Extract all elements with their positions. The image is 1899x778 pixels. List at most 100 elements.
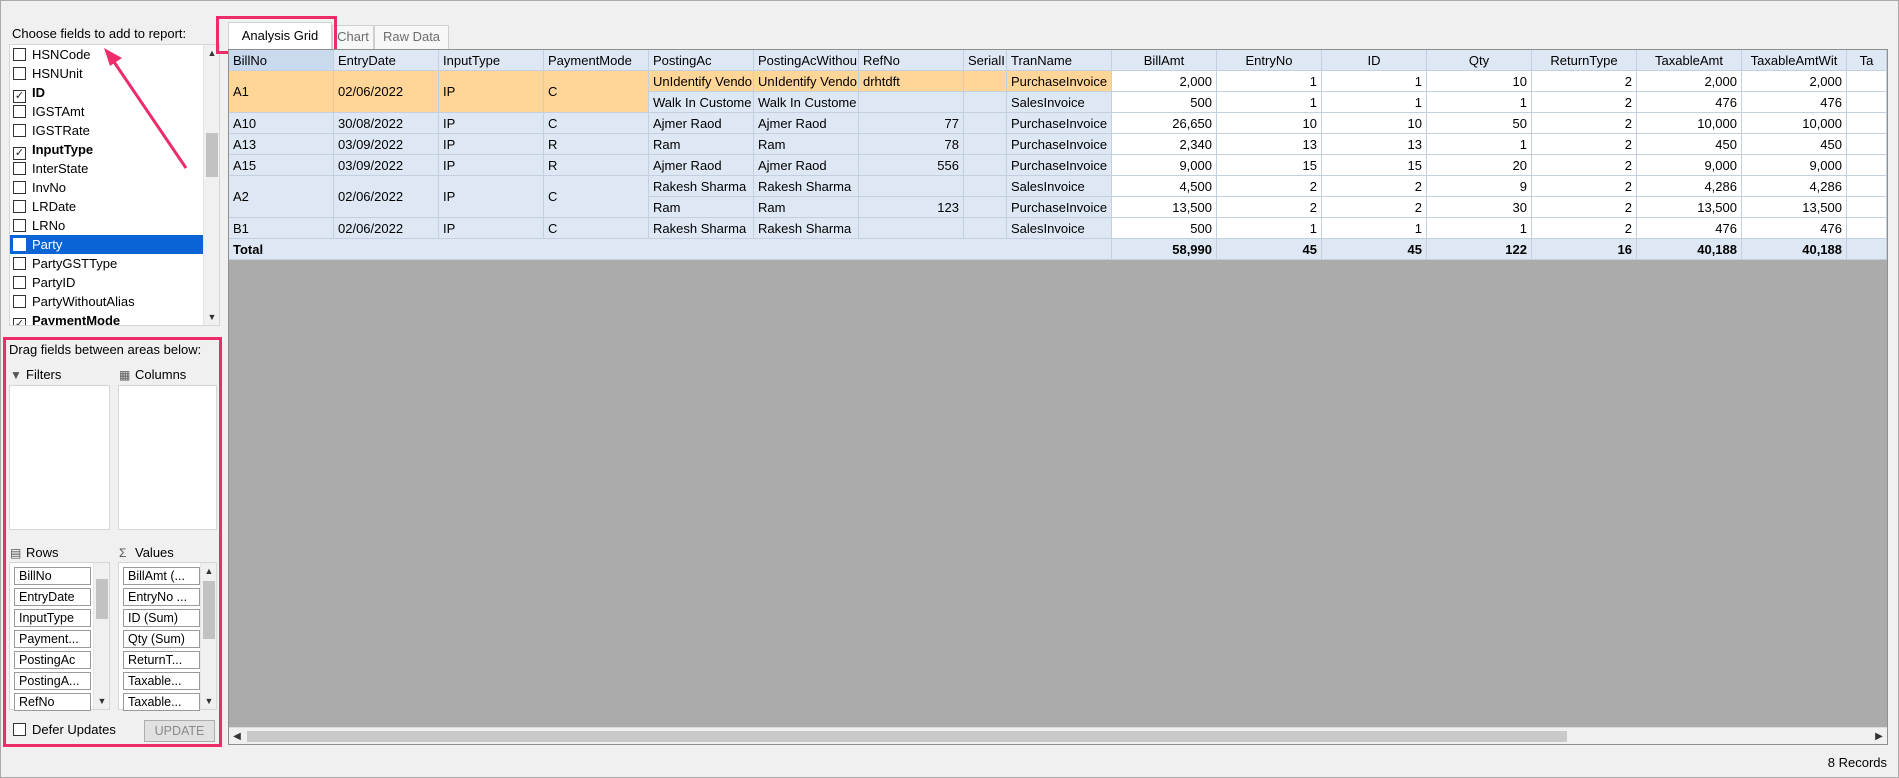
value-cell[interactable]: 2 [1217,176,1322,197]
scroll-down-icon[interactable]: ▼ [94,693,110,709]
field-item[interactable]: PartyWithoutAlias [10,292,219,311]
filters-area[interactable] [9,385,110,530]
value-cell[interactable]: 13 [1217,134,1322,155]
value-cell[interactable]: 1 [1322,92,1427,113]
value-cell[interactable]: 13,500 [1742,197,1847,218]
field-item[interactable]: LRDate [10,197,219,216]
field-item[interactable]: InterState [10,159,219,178]
field-checkbox[interactable] [13,200,26,213]
field-item[interactable]: Party [10,235,219,254]
value-cell[interactable]: 2,340 [1112,134,1217,155]
value-cell[interactable] [1847,113,1887,134]
field-item[interactable]: PartyGSTType [10,254,219,273]
value-cell[interactable]: 476 [1637,218,1742,239]
value-cell[interactable]: 2,000 [1742,71,1847,92]
value-cell[interactable]: 1 [1217,218,1322,239]
value-field-chip[interactable]: BillAmt (... [123,567,200,585]
row-header-cell[interactable]: Ram [649,134,754,155]
grid-scroll-thumb[interactable] [247,731,1567,742]
row-header-cell[interactable]: drhtdft [859,71,964,92]
value-cell[interactable]: 13,500 [1637,197,1742,218]
row-header-cell[interactable] [964,176,1007,197]
field-checkbox[interactable] [13,181,26,194]
row-header-cell[interactable]: C [544,71,649,113]
field-item[interactable]: LRNo [10,216,219,235]
row-header-cell[interactable]: R [544,134,649,155]
field-item[interactable]: IGSTAmt [10,102,219,121]
row-header-cell[interactable] [964,113,1007,134]
value-cell[interactable]: 500 [1112,92,1217,113]
scroll-right-icon[interactable]: ▶ [1871,728,1887,744]
value-cell[interactable] [1847,197,1887,218]
row-header-cell[interactable]: Rakesh Sharma [754,218,859,239]
row-header-cell[interactable]: 30/08/2022 [334,113,439,134]
field-checkbox[interactable] [13,67,26,80]
row-header[interactable]: BillNo [229,50,334,71]
row-header-cell[interactable]: Walk In Custome [754,92,859,113]
value-cell[interactable]: 9,000 [1637,155,1742,176]
value-cell[interactable]: 15 [1322,155,1427,176]
row-header-cell[interactable]: PurchaseInvoice [1007,155,1112,176]
row-header-cell[interactable] [964,92,1007,113]
value-cell[interactable]: 2 [1532,197,1637,218]
row-header[interactable]: SerialI [964,50,1007,71]
row-header-cell[interactable]: Ajmer Raod [754,155,859,176]
row-header-cell[interactable]: R [544,155,649,176]
value-cell[interactable]: 2 [1532,176,1637,197]
row-header-cell[interactable]: UnIdentify Vendo [649,71,754,92]
row-header-cell[interactable]: PurchaseInvoice [1007,197,1112,218]
value-cell[interactable]: 1 [1427,218,1532,239]
row-header-cell[interactable]: Rakesh Sharma [649,218,754,239]
value-field-chip[interactable]: ID (Sum) [123,609,200,627]
value-cell[interactable]: 9 [1427,176,1532,197]
row-header-cell[interactable]: 77 [859,113,964,134]
row-header-cell[interactable]: B1 [229,218,334,239]
value-cell[interactable]: 1 [1217,71,1322,92]
row-header-cell[interactable]: Rakesh Sharma [649,176,754,197]
values-area-scrollbar[interactable]: ▲ ▼ [200,563,216,709]
scroll-left-icon[interactable]: ◀ [229,728,245,744]
row-header[interactable]: TranName [1007,50,1112,71]
field-item[interactable]: HSNUnit [10,64,219,83]
row-header-cell[interactable]: Walk In Custome [649,92,754,113]
update-button[interactable]: UPDATE [144,720,215,742]
value-cell[interactable]: 2 [1217,197,1322,218]
row-header-cell[interactable]: A2 [229,176,334,218]
row-header-cell[interactable]: UnIdentify Vendo [754,71,859,92]
scroll-up-icon[interactable]: ▲ [201,563,217,579]
value-cell[interactable] [1847,134,1887,155]
tab-chart[interactable]: Chart [332,25,374,49]
row-header-cell[interactable]: Ram [754,134,859,155]
value-cell[interactable]: 1 [1427,134,1532,155]
value-cell[interactable]: 476 [1637,92,1742,113]
value-cell[interactable]: 20 [1427,155,1532,176]
row-header-cell[interactable]: IP [439,218,544,239]
row-header-cell[interactable]: PurchaseInvoice [1007,134,1112,155]
row-header-cell[interactable]: Ram [649,197,754,218]
field-checkbox[interactable] [13,162,26,175]
grid-horizontal-scrollbar[interactable]: ◀ ▶ [229,727,1887,744]
row-header-cell[interactable]: IP [439,155,544,176]
value-cell[interactable]: 1 [1322,71,1427,92]
value-cell[interactable]: 2,000 [1637,71,1742,92]
value-field-chip[interactable]: Qty (Sum) [123,630,200,648]
row-header-cell[interactable]: Ajmer Raod [649,155,754,176]
row-header-cell[interactable] [964,155,1007,176]
column-header[interactable]: TaxableAmtWit [1742,50,1847,71]
value-cell[interactable]: 2 [1532,113,1637,134]
value-cell[interactable]: 4,286 [1637,176,1742,197]
rows-area-scrollbar[interactable]: ▼ [93,563,109,709]
value-cell[interactable] [1847,218,1887,239]
row-header-cell[interactable]: PurchaseInvoice [1007,113,1112,134]
field-item[interactable]: HSNCode [10,45,219,64]
pivot-grid[interactable]: BillNo EntryDate InputType PaymentMode Posti… [228,49,1888,745]
field-item[interactable]: PartyID [10,273,219,292]
row-header-cell[interactable]: C [544,176,649,218]
columns-area[interactable] [118,385,217,530]
field-checkbox[interactable]: ✓ [13,318,26,325]
value-field-chip[interactable]: Taxable... [123,672,200,690]
value-cell[interactable]: 10,000 [1637,113,1742,134]
row-header-cell[interactable]: PurchaseInvoice [1007,71,1112,92]
field-checkbox[interactable] [13,238,26,251]
column-header[interactable]: ReturnType [1532,50,1637,71]
